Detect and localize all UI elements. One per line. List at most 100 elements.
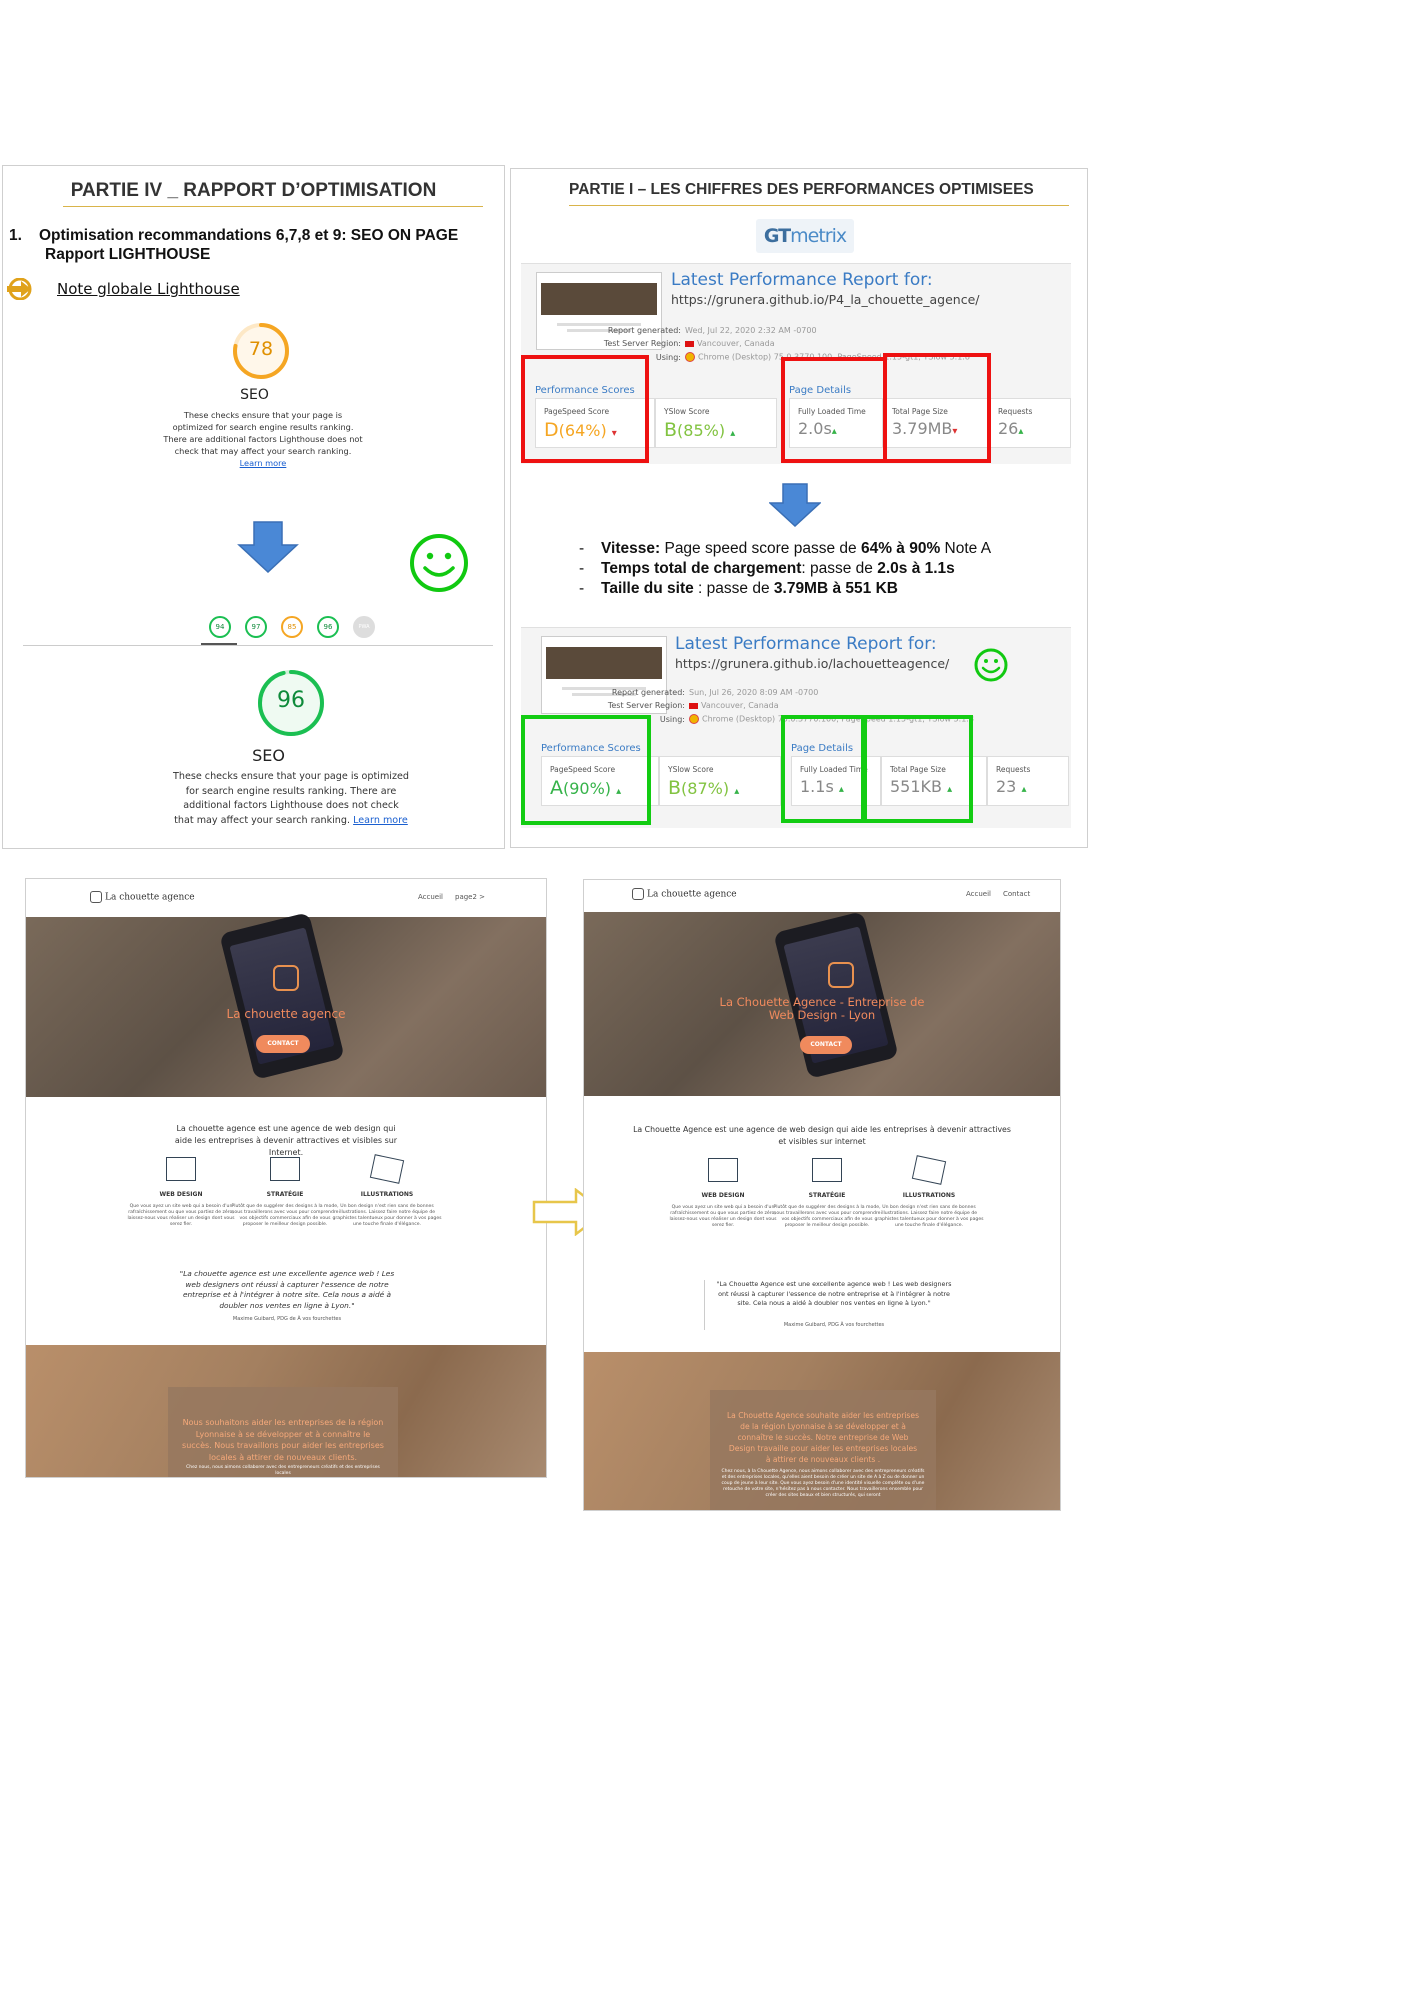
section-title: PARTIE IV _ RAPPORT D’OPTIMISATION [70, 180, 437, 201]
note-globale-link: Note globale Lighthouse [57, 280, 240, 298]
title-underline [63, 206, 483, 207]
service-web-design: WEB DESIGN Que vous ayez un site web qui … [668, 1158, 778, 1229]
seo-score-before: 78 [248, 338, 274, 360]
title-underline [569, 205, 1069, 206]
report-url[interactable]: https://grunera.github.io/lachouetteagen… [675, 656, 949, 671]
mini-score-pwa[interactable]: PWA [353, 616, 375, 638]
heading-line-2: Rapport LIGHTHOUSE [45, 246, 211, 263]
strategy-icon [270, 1157, 300, 1181]
site-logo: La chouette agence [632, 888, 737, 900]
section-title: PARTIE I – LES CHIFFRES DES PERFORMANCES… [569, 181, 1034, 198]
report-url[interactable]: https://grunera.github.io/P4_la_chouette… [671, 292, 979, 307]
report-generated: Report generated: Wed, Jul 22, 2020 2:32 … [607, 326, 817, 335]
bottom-text-box: Nous souhaitons aider les entreprises de… [168, 1387, 398, 1477]
canada-flag-icon [689, 702, 698, 709]
report-region: Test Server Region: Vancouver, Canada [603, 339, 775, 348]
service-strategie: STRATÉGIE Plutôt que de suggérer des desi… [230, 1157, 340, 1228]
divider [23, 645, 493, 646]
report-title: Latest Performance Report for: [675, 634, 937, 654]
chrome-icon [689, 714, 699, 724]
mini-score-seo[interactable]: 96 [317, 616, 339, 638]
site-intro: La chouette agence est une agence de web… [174, 1124, 398, 1157]
seo-desc-after: These checks ensure that your page is op… [173, 771, 409, 826]
seo-desc-before: These checks ensure that your page is op… [163, 410, 363, 468]
highlight-pagespeed-after [521, 715, 651, 825]
owl-logo-icon [632, 888, 644, 900]
site-intro: La Chouette Agence est une agence de web… [633, 1125, 1011, 1146]
contact-button[interactable]: CONTACT [800, 1036, 852, 1054]
site-menu: Accueil Contact [954, 890, 1030, 898]
heading-number: 1. [9, 227, 22, 244]
testimonial: "La chouette agence est une excellente a… [179, 1269, 395, 1322]
gtmetrix-logo: GTmetrix [756, 219, 854, 253]
yslow-score-card: YSlow Score B(85%) ▴ [655, 398, 777, 448]
lighthouse-report-panel: PARTIE IV _ RAPPORT D’OPTIMISATION 1. Opt… [2, 165, 505, 849]
mini-score-best-practices[interactable]: 85 [281, 616, 303, 638]
mini-score-accessibility[interactable]: 97 [245, 616, 267, 638]
hero-title: La Chouette Agence - Entreprise de Web D… [719, 995, 925, 1022]
owl-hero-icon [273, 965, 299, 991]
smiley-icon [974, 648, 1008, 682]
web-design-icon [708, 1158, 738, 1182]
menu-contact[interactable]: Contact [1003, 890, 1030, 898]
chrome-icon [685, 352, 695, 362]
service-illustrations: ILLUSTRATIONS Un bon design n'est rien sa… [332, 1154, 442, 1228]
highlight-load-before [781, 357, 887, 463]
contact-button[interactable]: CONTACT [256, 1035, 310, 1053]
requests-card: Requests 23 ▴ [987, 756, 1069, 806]
seo-before-card: 78 SEO These checks ensure that your pag… [23, 321, 486, 489]
web-design-icon [166, 1157, 196, 1181]
owl-logo-icon [90, 891, 102, 903]
site-nav: La chouette agence Accueil Contact [584, 880, 1060, 910]
strategy-icon [812, 1158, 842, 1182]
highlight-load-after [781, 715, 867, 823]
site-bottom-section: La Chouette Agence souhaite aider les en… [584, 1352, 1060, 1510]
gtmetrix-report-panel: PARTIE I – LES CHIFFRES DES PERFORMANCES… [510, 168, 1088, 848]
smiley-icon [410, 534, 468, 592]
site-nav: La chouette agence Accueil page2 > [26, 879, 546, 915]
highlight-pagespeed-before [521, 355, 649, 463]
owl-hero-icon [828, 962, 854, 988]
summary-speed: Vitesse: Page speed score passe de 64% à… [579, 539, 991, 559]
site-logo: La chouette agence [90, 891, 195, 903]
report-title: Latest Performance Report for: [671, 270, 933, 290]
illustration-icon [911, 1155, 947, 1185]
down-arrow-icon [769, 483, 821, 527]
site-menu: Accueil page2 > [406, 893, 485, 901]
learn-more-link-after[interactable]: Learn more [353, 815, 408, 826]
phone-image [219, 912, 345, 1080]
service-illustrations: ILLUSTRATIONS Un bon design n'est rien sa… [874, 1155, 984, 1229]
summary-size: Taille du site : passe de 3.79MB à 551 K… [579, 579, 991, 599]
seo-score-after: 96 [277, 688, 305, 713]
yslow-score-card: YSlow Score B(87%) ▴ [659, 756, 781, 806]
canada-flag-icon [685, 340, 694, 347]
learn-more-link-before[interactable]: Learn more [240, 458, 287, 468]
seo-score-gauge-before: 78 [231, 321, 291, 381]
highlight-size-after [861, 715, 973, 823]
requests-card: Requests 26▴ [989, 398, 1071, 448]
website-after-screenshot: La chouette agence Accueil Contact La Cho… [583, 879, 1061, 1511]
seo-label-before: SEO [240, 387, 269, 403]
seo-score-gauge-after: 96 [256, 668, 326, 738]
service-web-design: WEB DESIGN Que vous ayez un site web qui … [126, 1157, 236, 1228]
illustration-icon [369, 1154, 405, 1184]
report-generated: Report generated: Sun, Jul 26, 2020 8:09 … [611, 688, 819, 697]
summary-load-time: Temps total de chargement: passe de 2.0s… [579, 559, 991, 579]
bottom-text-box: La Chouette Agence souhaite aider les en… [710, 1390, 936, 1510]
site-hero: La chouette agence CONTACT [26, 912, 546, 1097]
arrow-bullet-icon [7, 278, 32, 300]
mini-score-performance[interactable]: 94 [209, 616, 231, 638]
highlight-size-before [883, 353, 991, 463]
testimonial: "La Chouette Agence est une excellente a… [704, 1280, 957, 1330]
website-before-screenshot: La chouette agence Accueil page2 > La cho… [25, 878, 547, 1478]
section-heading: 1. Optimisation recommandations 6,7,8 et … [9, 226, 458, 264]
seo-label-after: SEO [252, 746, 285, 765]
menu-page2[interactable]: page2 > [455, 893, 485, 901]
site-hero: La Chouette Agence - Entreprise de Web D… [584, 911, 1060, 1096]
menu-accueil[interactable]: Accueil [418, 893, 443, 901]
service-strategie: STRATÉGIE Plutôt que de suggérer des desi… [772, 1158, 882, 1229]
report-region: Test Server Region: Vancouver, Canada [607, 701, 779, 710]
menu-accueil[interactable]: Accueil [966, 890, 991, 898]
site-bottom-section: Nous souhaitons aider les entreprises de… [26, 1345, 546, 1477]
results-summary: Vitesse: Page speed score passe de 64% à… [579, 539, 991, 599]
